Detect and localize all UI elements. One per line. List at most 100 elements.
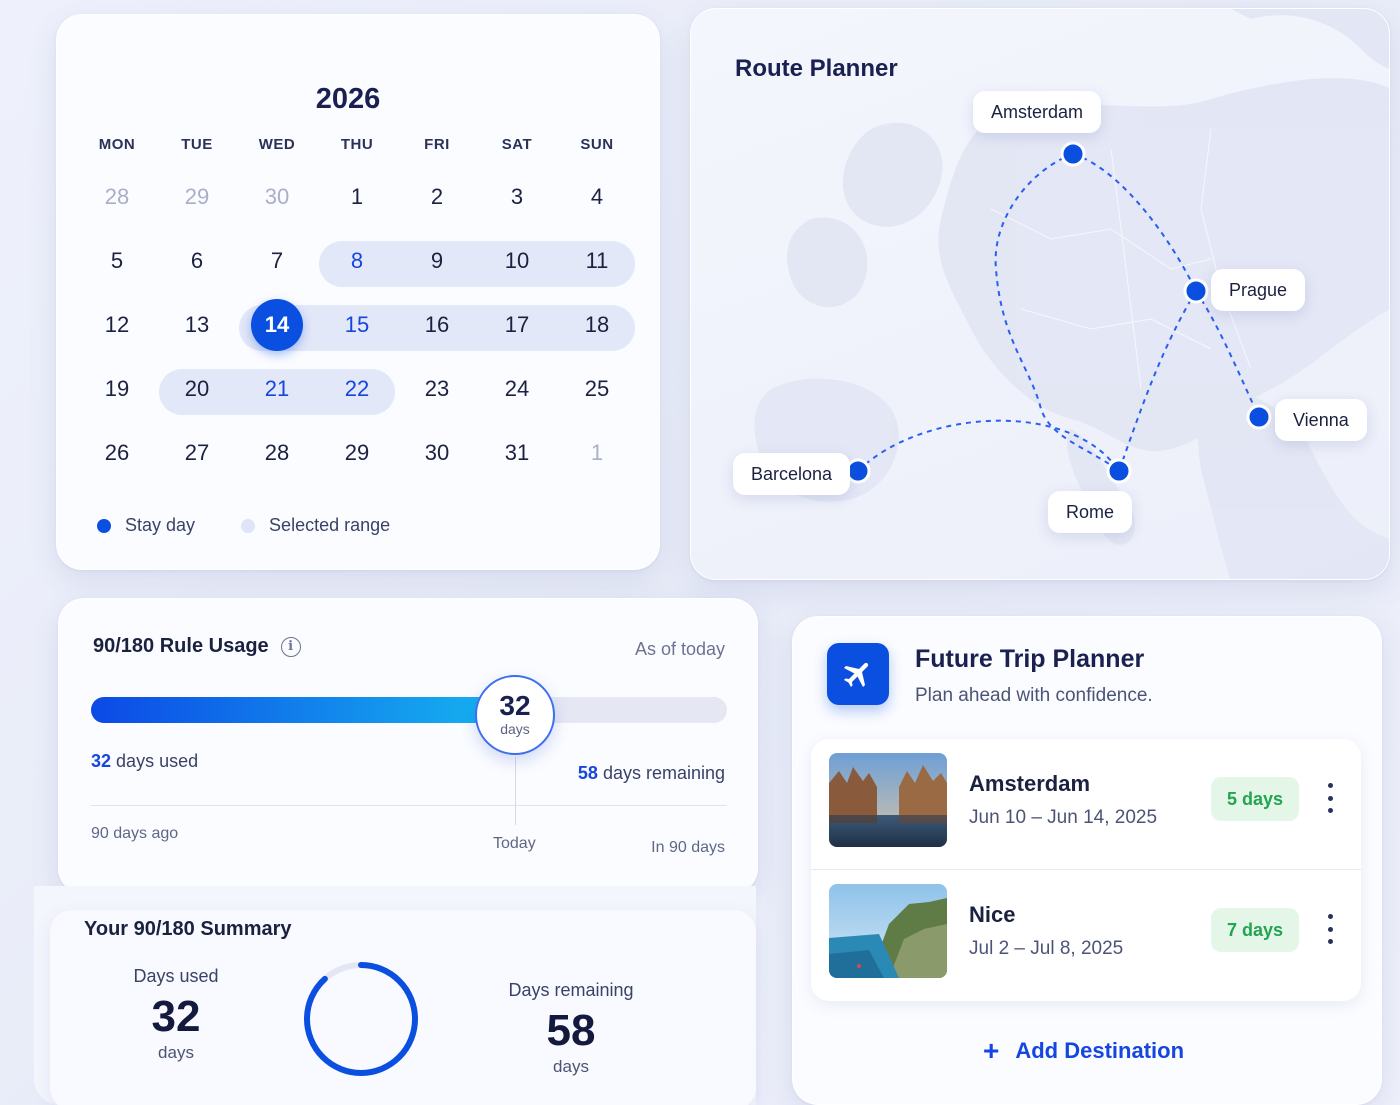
calendar-day[interactable]: 10 <box>477 229 557 293</box>
calendar-day[interactable]: 24 <box>477 357 557 421</box>
weekday-label: MON <box>98 136 136 153</box>
calendar-day[interactable]: 30 <box>397 421 477 485</box>
airplane-icon <box>827 643 889 705</box>
calendar-day[interactable]: 7 <box>237 229 317 293</box>
days-used-stat-unit: days <box>158 1043 194 1062</box>
trip-row-amsterdam[interactable]: Amsterdam Jun 10 – Jun 14, 2025 5 days <box>811 739 1361 869</box>
calendar-day[interactable]: 29 <box>157 165 237 229</box>
calendar-day[interactable]: 16 <box>397 293 477 357</box>
calendar-day[interactable]: 5 <box>77 229 157 293</box>
route-planner-title: Route Planner <box>735 55 898 82</box>
legend-selected-range-label: Selected range <box>269 515 391 535</box>
city-label-rome[interactable]: Rome <box>1048 491 1133 533</box>
weekday-label: SAT <box>501 136 533 153</box>
info-icon[interactable]: i <box>280 636 301 657</box>
usage-knob[interactable]: 32 days <box>475 675 555 755</box>
axis-today-label: Today <box>493 835 536 852</box>
route-planner-card: Route Planner Amsterdam Prague Vienna Ba… <box>690 8 1390 580</box>
calendar-week-row: 19 20 21 22 23 24 25 <box>77 357 637 421</box>
today-tick <box>515 757 516 825</box>
weekday-label: SUN <box>580 136 614 153</box>
calendar-year: 2026 <box>315 83 381 115</box>
calendar-day[interactable]: 19 <box>77 357 157 421</box>
calendar-day[interactable]: 13 <box>157 293 237 357</box>
calendar-day[interactable]: 21 <box>237 357 317 421</box>
city-label-prague[interactable]: Prague <box>1211 269 1306 311</box>
calendar-day[interactable]: 26 <box>77 421 157 485</box>
calendar-day[interactable]: 4 <box>557 165 637 229</box>
calendar-day[interactable]: 28 <box>77 165 157 229</box>
calendar-day[interactable]: 17 <box>477 293 557 357</box>
pin-vienna <box>1246 404 1272 430</box>
future-trip-title: Future Trip Planner <box>915 645 1145 673</box>
add-destination-label: Add Destination <box>1015 1038 1185 1063</box>
more-options-icon[interactable] <box>1321 914 1339 944</box>
pin-prague <box>1183 278 1209 304</box>
calendar-day[interactable]: 23 <box>397 357 477 421</box>
weekday-label: TUE <box>181 136 213 153</box>
more-options-icon[interactable] <box>1321 783 1339 813</box>
future-trip-subtitle: Plan ahead with confidence. <box>915 685 1153 706</box>
calendar-day[interactable]: 31 <box>477 421 557 485</box>
legend-stay-day-label: Stay day <box>125 515 196 535</box>
trip-name: Amsterdam <box>969 771 1091 796</box>
usage-fill <box>91 697 511 723</box>
calendar-day[interactable]: 11 <box>557 229 637 293</box>
trip-row-nice[interactable]: Nice Jul 2 – Jul 8, 2025 7 days <box>811 869 1361 999</box>
calendar-day[interactable]: 27 <box>157 421 237 485</box>
weekday-header: MON TUE WED THU FRI SAT SUN <box>77 125 637 165</box>
pin-barcelona <box>845 458 871 484</box>
calendar-day[interactable]: 14 <box>237 293 317 357</box>
summary-title: Your 90/180 Summary <box>84 918 292 940</box>
city-label-amsterdam[interactable]: Amsterdam <box>973 91 1102 133</box>
days-remaining-label: 58 days remaining <box>578 763 725 784</box>
future-trip-card: Future Trip Planner Plan ahead with conf… <box>792 616 1382 1105</box>
weekday-label: FRI <box>424 136 450 153</box>
calendar-day[interactable]: 22 <box>317 357 397 421</box>
as-of-label: As of today <box>634 639 725 659</box>
axis-start-label: 90 days ago <box>91 825 179 842</box>
trip-dates: Jun 10 – Jun 14, 2025 <box>969 807 1158 828</box>
calendar-day[interactable]: 12 <box>77 293 157 357</box>
days-remaining-stat-unit: days <box>553 1057 589 1076</box>
days-used-label: 32 days used <box>91 751 198 772</box>
calendar-day[interactable]: 15 <box>317 293 397 357</box>
calendar-day[interactable]: 8 <box>317 229 397 293</box>
add-destination-button[interactable]: + Add Destination <box>983 1037 1184 1065</box>
calendar-day[interactable]: 1 <box>317 165 397 229</box>
calendar-day[interactable]: 25 <box>557 357 637 421</box>
days-remaining-suffix: days remaining <box>602 763 725 783</box>
city-label-barcelona[interactable]: Barcelona <box>733 453 851 495</box>
calendar-body: 28 29 30 1 2 3 4 5 6 7 8 9 10 11 12 13 14 15 16 17 18 19 20 21 2… <box>77 165 637 485</box>
usage-track <box>91 697 727 723</box>
trip-duration-badge: 5 days <box>1211 777 1299 821</box>
calendar-day[interactable]: 9 <box>397 229 477 293</box>
plus-icon: + <box>983 1035 1000 1066</box>
summary-ring <box>304 962 418 1076</box>
ring-progress-arc <box>304 962 418 1076</box>
city-label-vienna[interactable]: Vienna <box>1275 399 1367 441</box>
days-remaining-stat-label: Days remaining <box>508 980 634 1000</box>
calendar-day[interactable]: 18 <box>557 293 637 357</box>
calendar-day[interactable]: 6 <box>157 229 237 293</box>
calendar-card: 2026 MON TUE WED THU FRI SAT SUN 28 29 30 1… <box>56 14 660 570</box>
rule-usage-card: 90/180 Rule Usage i As of today 32 days … <box>58 598 758 894</box>
calendar-day[interactable]: 2 <box>397 165 477 229</box>
calendar-legend: Stay day Selected range <box>97 515 424 536</box>
summary-days-remaining: Days remaining 58 days <box>486 980 656 1077</box>
calendar-week-row: 5 6 7 8 9 10 11 <box>77 229 637 293</box>
pin-rome <box>1106 458 1132 484</box>
calendar-day[interactable]: 20 <box>157 357 237 421</box>
axis-end-label: In 90 days <box>651 839 725 856</box>
days-remaining-value: 58 <box>577 763 598 783</box>
calendar-day[interactable]: 28 <box>237 421 317 485</box>
calendar-day[interactable]: 30 <box>237 165 317 229</box>
calendar-day[interactable]: 1 <box>557 421 637 485</box>
rule-usage-title-row: 90/180 Rule Usage i <box>93 635 301 658</box>
days-used-suffix: days used <box>116 751 199 771</box>
calendar-day[interactable]: 3 <box>477 165 557 229</box>
days-used-value: 32 <box>91 751 112 771</box>
amsterdam-photo <box>829 753 947 847</box>
days-used-stat-value: 32 <box>151 992 201 1041</box>
calendar-day[interactable]: 29 <box>317 421 397 485</box>
